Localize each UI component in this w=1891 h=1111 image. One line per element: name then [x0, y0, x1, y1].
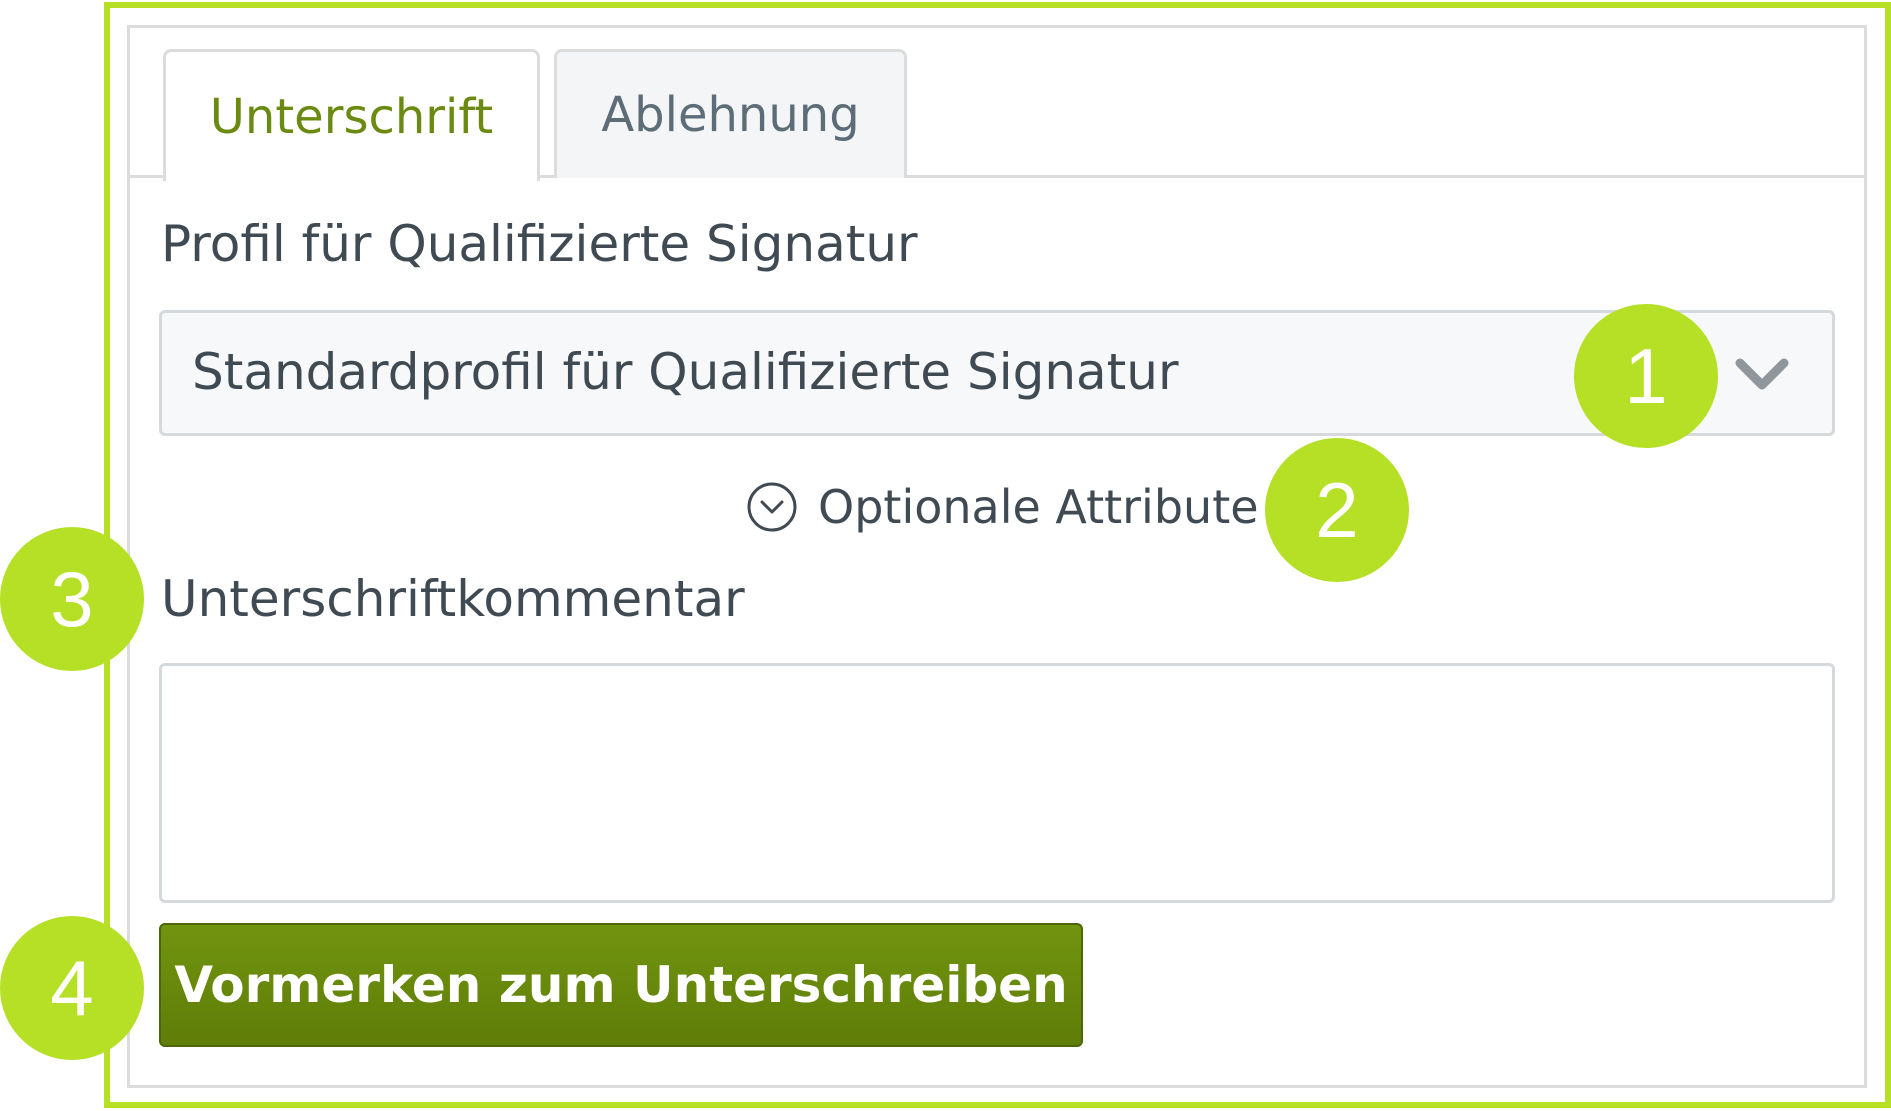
tab-ablehnung[interactable]: Ablehnung — [554, 49, 907, 178]
chevron-down-icon — [1735, 358, 1789, 390]
tab-ablehnung-label: Ablehnung — [601, 87, 860, 143]
comment-label: Unterschriftkommentar — [161, 570, 745, 628]
optional-attributes-label: Optionale Attribute — [818, 480, 1259, 534]
tab-unterschrift[interactable]: Unterschrift — [163, 49, 540, 181]
tab-unterschrift-label: Unterschrift — [209, 88, 494, 145]
comment-textarea[interactable] — [159, 663, 1835, 903]
annotation-badge-2: 2 — [1265, 438, 1409, 582]
submit-button[interactable]: Vormerken zum Unterschreiben — [159, 923, 1083, 1047]
circle-chevron-down-icon — [747, 482, 797, 532]
profile-select-value: Standardprofil für Qualifizierte Signatu… — [192, 343, 1179, 401]
annotation-badge-3: 3 — [0, 527, 144, 671]
annotation-badge-1: 1 — [1574, 304, 1718, 448]
profile-label: Profil für Qualifizierte Signatur — [161, 215, 918, 273]
optional-attributes-toggle[interactable]: Optionale Attribute — [746, 477, 1259, 537]
annotation-badge-4: 4 — [0, 916, 144, 1060]
